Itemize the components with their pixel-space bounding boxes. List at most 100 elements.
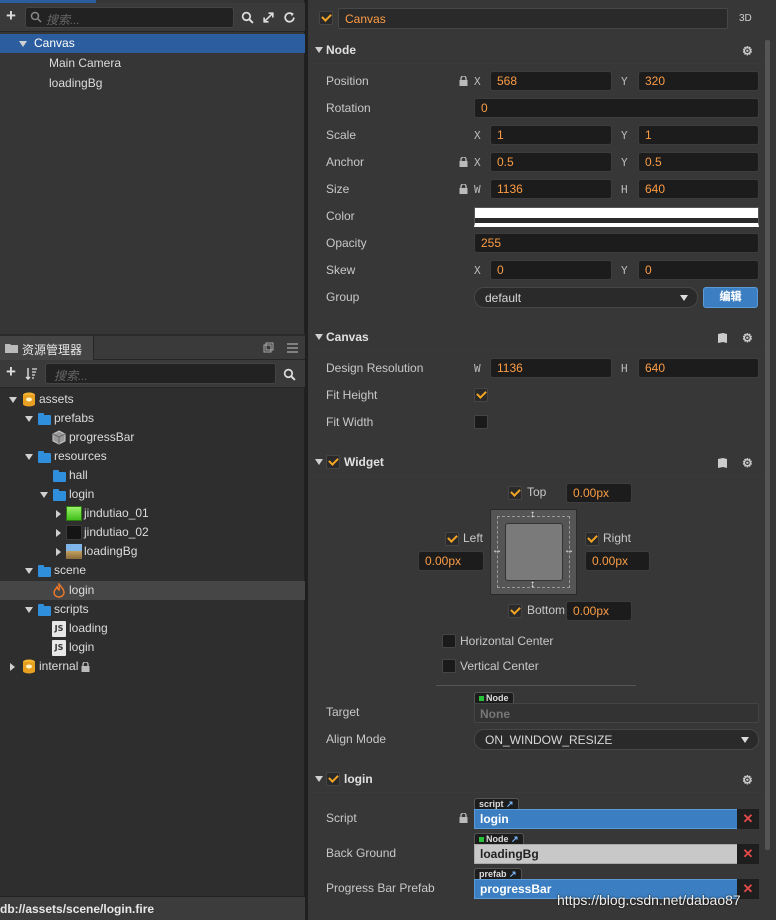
assets-tab[interactable]: 资源管理器: [0, 336, 94, 360]
sort-icon[interactable]: [25, 367, 38, 380]
lock-icon[interactable]: [459, 157, 468, 167]
tree-item-jindutiao-01[interactable]: jindutiao_01: [0, 504, 305, 523]
tree-item-loading[interactable]: JS loading: [0, 619, 305, 638]
mode-3d-toggle[interactable]: 3D: [739, 13, 752, 24]
widget-bottom-checkbox[interactable]: [508, 604, 522, 618]
tree-item-hall[interactable]: hall: [0, 466, 305, 485]
tree-item-login-scene[interactable]: login: [0, 581, 305, 600]
design-resolution-h-input[interactable]: 640: [638, 358, 759, 378]
fit-height-checkbox[interactable]: [474, 388, 488, 402]
size-h-input[interactable]: 640: [638, 179, 759, 199]
popout-icon[interactable]: [263, 342, 274, 353]
expand-arrow-icon[interactable]: [56, 548, 61, 556]
tree-item-prefabs[interactable]: prefabs: [0, 409, 305, 428]
tree-item-internal[interactable]: internal: [0, 657, 305, 676]
collapse-arrow-icon[interactable]: [25, 568, 33, 574]
gear-icon[interactable]: ⚙: [742, 44, 753, 58]
gear-icon[interactable]: ⚙: [742, 331, 753, 345]
script-field[interactable]: login: [474, 809, 738, 829]
collapse-arrow-icon[interactable]: [315, 47, 323, 53]
tree-item-login-folder[interactable]: login: [0, 485, 305, 504]
color-swatch[interactable]: [474, 207, 759, 227]
add-icon[interactable]: +: [4, 362, 18, 381]
tree-item-jindutiao-02[interactable]: jindutiao_02: [0, 523, 305, 542]
refresh-icon[interactable]: [283, 11, 296, 24]
rotation-input[interactable]: 0: [474, 98, 759, 118]
back-ground-clear-button[interactable]: ✕: [737, 844, 759, 864]
horizontal-center-checkbox[interactable]: [442, 634, 456, 648]
skew-y-input[interactable]: 0: [638, 260, 759, 280]
search-icon[interactable]: [283, 368, 296, 381]
design-resolution-w-input[interactable]: 1136: [490, 358, 612, 378]
group-edit-button[interactable]: 编辑: [703, 287, 758, 308]
back-ground-field[interactable]: loadingBg: [474, 844, 738, 864]
tree-item-scene[interactable]: scene: [0, 561, 305, 580]
hierarchy-item-loadingbg[interactable]: loadingBg: [49, 74, 102, 93]
collapse-arrow-icon[interactable]: [40, 492, 48, 498]
widget-right-input[interactable]: 0.00px: [585, 551, 650, 571]
collapse-arrow-icon[interactable]: [315, 459, 323, 465]
collapse-arrow-icon[interactable]: [9, 397, 17, 403]
fit-width-checkbox[interactable]: [474, 415, 488, 429]
script-clear-button[interactable]: ✕: [737, 809, 759, 829]
gear-icon[interactable]: ⚙: [742, 773, 753, 787]
align-mode-select[interactable]: ON_WINDOW_RESIZE: [474, 729, 759, 750]
expand-arrow-icon[interactable]: [56, 529, 61, 537]
widget-section-header[interactable]: Widget ⚙: [312, 450, 762, 476]
tree-item-progressbar[interactable]: progressBar: [0, 428, 305, 447]
vertical-center-checkbox[interactable]: [442, 659, 456, 673]
tree-item-assets[interactable]: assets: [0, 390, 305, 409]
add-icon[interactable]: +: [4, 6, 18, 25]
skew-x-input[interactable]: 0: [490, 260, 612, 280]
collapse-arrow-icon[interactable]: [315, 334, 323, 340]
book-icon[interactable]: [717, 457, 728, 468]
expand-icon[interactable]: [262, 11, 275, 24]
expand-arrow-icon[interactable]: [56, 510, 61, 518]
position-x-input[interactable]: 568: [490, 71, 612, 91]
node-name-input[interactable]: Canvas: [338, 8, 728, 29]
menu-icon[interactable]: [287, 343, 298, 353]
group-select[interactable]: default: [474, 287, 698, 308]
script-type-tag[interactable]: script ↗: [474, 798, 519, 809]
collapse-arrow-icon[interactable]: [25, 607, 33, 613]
anchor-x-input[interactable]: 0.5: [490, 152, 612, 172]
inspector-scrollbar[interactable]: [765, 40, 770, 850]
widget-enabled-checkbox[interactable]: [326, 455, 340, 469]
widget-top-checkbox[interactable]: [508, 486, 522, 500]
gear-icon[interactable]: ⚙: [742, 456, 753, 470]
login-enabled-checkbox[interactable]: [326, 772, 340, 786]
tree-item-resources[interactable]: resources: [0, 447, 305, 466]
hierarchy-item-canvas[interactable]: Canvas: [0, 34, 305, 53]
expand-arrow-icon[interactable]: [10, 663, 15, 671]
collapse-arrow-icon[interactable]: [25, 416, 33, 422]
widget-left-checkbox[interactable]: [445, 532, 459, 546]
widget-left-input[interactable]: 0.00px: [418, 551, 484, 571]
hierarchy-search-input[interactable]: 搜索...: [25, 7, 234, 28]
collapse-arrow-icon[interactable]: [25, 454, 33, 460]
widget-top-input[interactable]: 0.00px: [566, 483, 632, 503]
hierarchy-item-main-camera[interactable]: Main Camera: [49, 54, 121, 73]
tree-item-login-script[interactable]: JS login: [0, 638, 305, 657]
target-field[interactable]: None: [474, 703, 759, 723]
lock-icon[interactable]: [459, 76, 468, 86]
tree-item-loadingbg[interactable]: loadingBg: [0, 542, 305, 561]
collapse-arrow-icon[interactable]: [19, 41, 27, 47]
search-icon[interactable]: [241, 11, 254, 24]
canvas-section-header[interactable]: Canvas ⚙: [312, 325, 762, 351]
opacity-input[interactable]: 255: [474, 233, 759, 253]
prefab-type-tag[interactable]: prefab ↗: [474, 868, 522, 879]
book-icon[interactable]: [717, 332, 728, 343]
widget-bottom-input[interactable]: 0.00px: [566, 601, 632, 621]
lock-icon[interactable]: [459, 184, 468, 194]
widget-right-checkbox[interactable]: [585, 532, 599, 546]
node-type-tag[interactable]: Node ↗: [474, 833, 524, 844]
tree-item-scripts[interactable]: scripts: [0, 600, 305, 619]
anchor-y-input[interactable]: 0.5: [638, 152, 759, 172]
position-y-input[interactable]: 320: [638, 71, 759, 91]
scale-y-input[interactable]: 1: [638, 125, 759, 145]
node-section-header[interactable]: Node ⚙: [312, 38, 762, 64]
size-w-input[interactable]: 1136: [490, 179, 612, 199]
login-section-header[interactable]: login ⚙: [312, 767, 762, 793]
assets-search-input[interactable]: 搜索...: [45, 363, 276, 384]
scale-x-input[interactable]: 1: [490, 125, 612, 145]
